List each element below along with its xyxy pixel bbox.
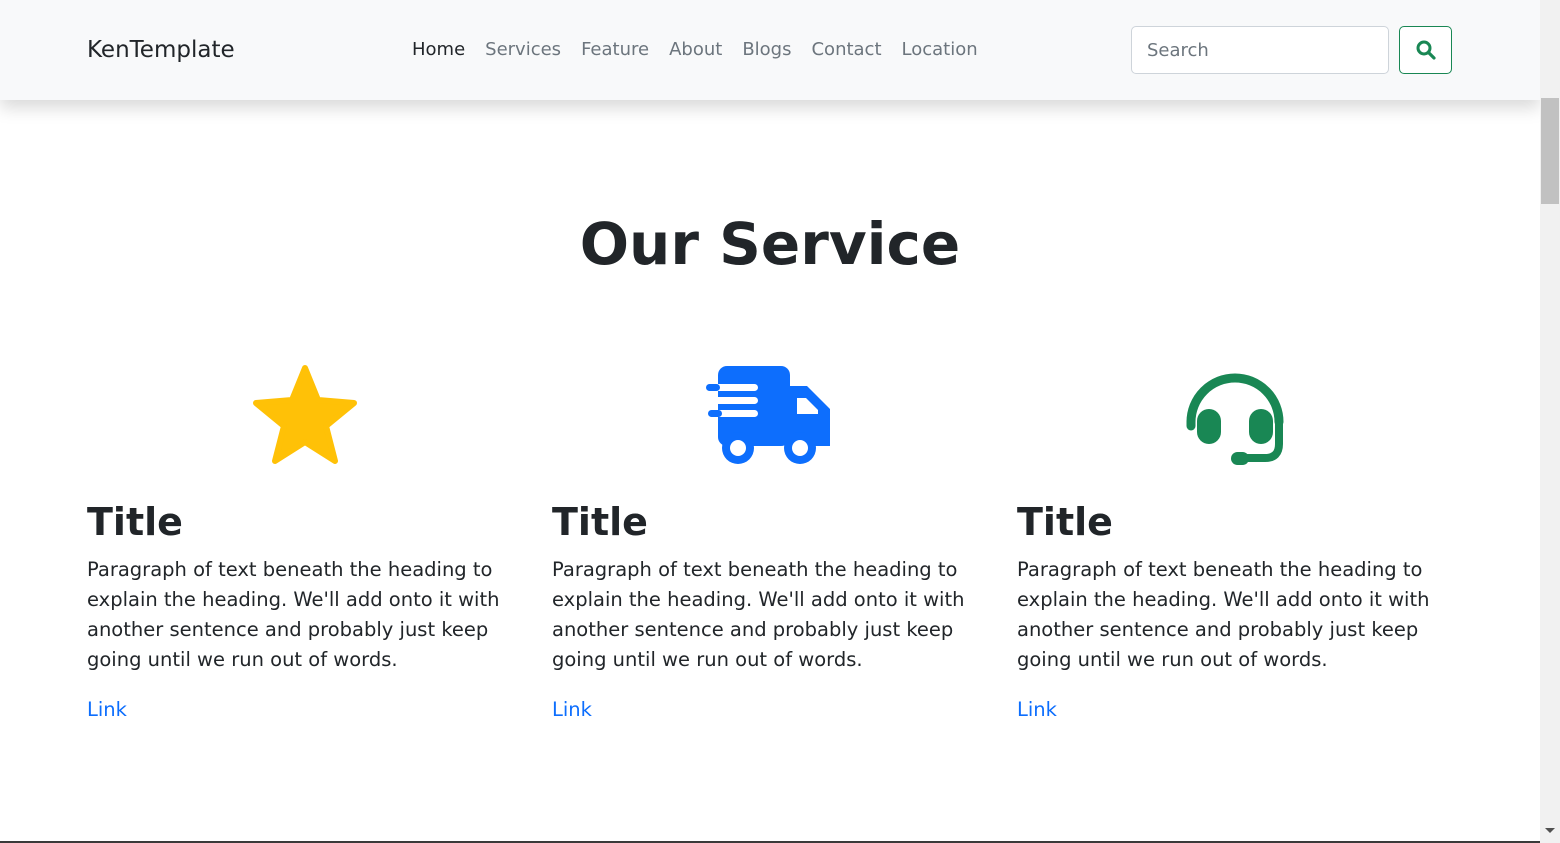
- service-icon-wrap: [87, 360, 527, 472]
- headset-icon: [1186, 373, 1284, 465]
- scrollbar-thumb[interactable]: [1541, 98, 1559, 204]
- vertical-scrollbar[interactable]: [1540, 0, 1560, 843]
- service-icon-wrap: [552, 360, 992, 472]
- service-card: Title Paragraph of text beneath the head…: [552, 360, 992, 721]
- nav-link-contact[interactable]: Contact: [801, 36, 891, 64]
- search-button[interactable]: [1399, 26, 1452, 74]
- nav-menu: Home Services Feature About Blogs Contac…: [402, 36, 988, 64]
- service-icon-wrap: [1017, 360, 1457, 472]
- nav-link-services[interactable]: Services: [475, 36, 571, 64]
- service-title: Title: [87, 500, 183, 544]
- nav-link-blogs[interactable]: Blogs: [732, 36, 801, 64]
- nav-link-home[interactable]: Home: [402, 36, 475, 64]
- service-description: Paragraph of text beneath the heading to…: [552, 558, 965, 671]
- brand-logo[interactable]: KenTemplate: [87, 34, 235, 66]
- scroll-down-arrow-icon[interactable]: [1545, 828, 1555, 833]
- service-link[interactable]: Link: [87, 696, 127, 724]
- star-icon: [253, 365, 357, 464]
- service-link[interactable]: Link: [552, 696, 592, 724]
- navbar: KenTemplate Home Services Feature About …: [0, 0, 1540, 100]
- nav-link-about[interactable]: About: [659, 36, 732, 64]
- search-input[interactable]: [1131, 26, 1389, 74]
- section-title: Our Service: [579, 210, 961, 278]
- service-title: Title: [552, 500, 648, 544]
- truck-fast-icon: [706, 366, 830, 464]
- service-title: Title: [1017, 500, 1113, 544]
- page: KenTemplate Home Services Feature About …: [0, 0, 1560, 843]
- service-card: Title Paragraph of text beneath the head…: [1017, 360, 1457, 721]
- service-description: Paragraph of text beneath the heading to…: [1017, 558, 1430, 671]
- search-icon: [1416, 40, 1436, 60]
- nav-link-feature[interactable]: Feature: [571, 36, 659, 64]
- service-description: Paragraph of text beneath the heading to…: [87, 558, 500, 671]
- service-link[interactable]: Link: [1017, 696, 1057, 724]
- service-card: Title Paragraph of text beneath the head…: [87, 360, 527, 721]
- nav-link-location[interactable]: Location: [892, 36, 988, 64]
